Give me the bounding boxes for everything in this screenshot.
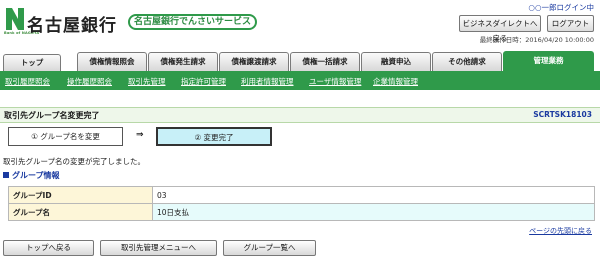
service-name: 名古屋銀行でんさいサービス (128, 14, 257, 30)
table-row: グループID 03 (8, 186, 595, 204)
tab-claim-inquiry[interactable]: 債権情報照会 (77, 52, 147, 71)
tab-admin[interactable]: 管理業務 (503, 51, 594, 71)
subnav-operation-history[interactable]: 操作履歴照会 (67, 76, 112, 87)
bank-name: 名古屋銀行 (27, 16, 117, 36)
subnav-company-info[interactable]: 企業情報管理 (373, 76, 418, 87)
step-arrow: ⇒ (136, 130, 144, 140)
step-change-complete: ② 変更完了 (156, 127, 272, 146)
last-operation-time: 最終操作日時：2016/04/20 10:00:00 (479, 36, 594, 44)
step-change-name: ① グループ名を変更 (8, 127, 123, 146)
tab-other-requests[interactable]: その他請求 (432, 52, 502, 71)
subnav-user-data[interactable]: ユーザ情報管理 (309, 76, 361, 87)
section-title: グループ情報 (12, 171, 60, 180)
subnav-user-info[interactable]: 利用者情報管理 (241, 76, 294, 87)
bank-logo-icon (6, 8, 24, 30)
tab-claim-issuance[interactable]: 債権発生請求 (148, 52, 218, 71)
screen-id: SCRTSK18103 (533, 110, 592, 119)
section-bullet-icon (3, 172, 9, 178)
tab-top[interactable]: トップ (3, 54, 61, 71)
logout-button[interactable]: ログアウト (547, 15, 594, 32)
subnav-permission-management[interactable]: 指定許可管理 (181, 76, 226, 87)
group-name-label: グループ名 (8, 203, 153, 221)
table-row: グループ名 10日支払 (8, 203, 595, 221)
page-title: 取引先グループ名変更完了 (4, 111, 100, 120)
group-id-value: 03 (152, 186, 595, 204)
page-top-link[interactable]: ページの先頭に戻る (529, 226, 592, 236)
back-to-top-button[interactable]: トップへ戻る (3, 240, 94, 256)
tab-claim-transfer[interactable]: 債権譲渡請求 (219, 52, 289, 71)
back-to-business-direct-button[interactable]: ビジネスダイレクトへ戻る (459, 15, 541, 43)
group-list-button[interactable]: グループ一覧へ (223, 240, 316, 256)
subnav-partner-management[interactable]: 取引先管理 (128, 76, 166, 87)
group-info-table: グループID 03 グループ名 10日支払 (8, 186, 595, 221)
subnav-transaction-history[interactable]: 取引履歴照会 (5, 76, 50, 87)
group-id-label: グループID (8, 186, 153, 204)
tab-claim-bulk[interactable]: 債権一括請求 (290, 52, 360, 71)
tab-financing[interactable]: 融資申込 (361, 52, 431, 71)
completion-message: 取引先グループ名の変更が完了しました。 (3, 157, 146, 166)
login-user-status: ○○一郎ログイン中 (528, 3, 594, 12)
group-name-value: 10日支払 (152, 203, 595, 221)
partner-menu-button[interactable]: 取引先管理メニューへ (100, 240, 217, 256)
